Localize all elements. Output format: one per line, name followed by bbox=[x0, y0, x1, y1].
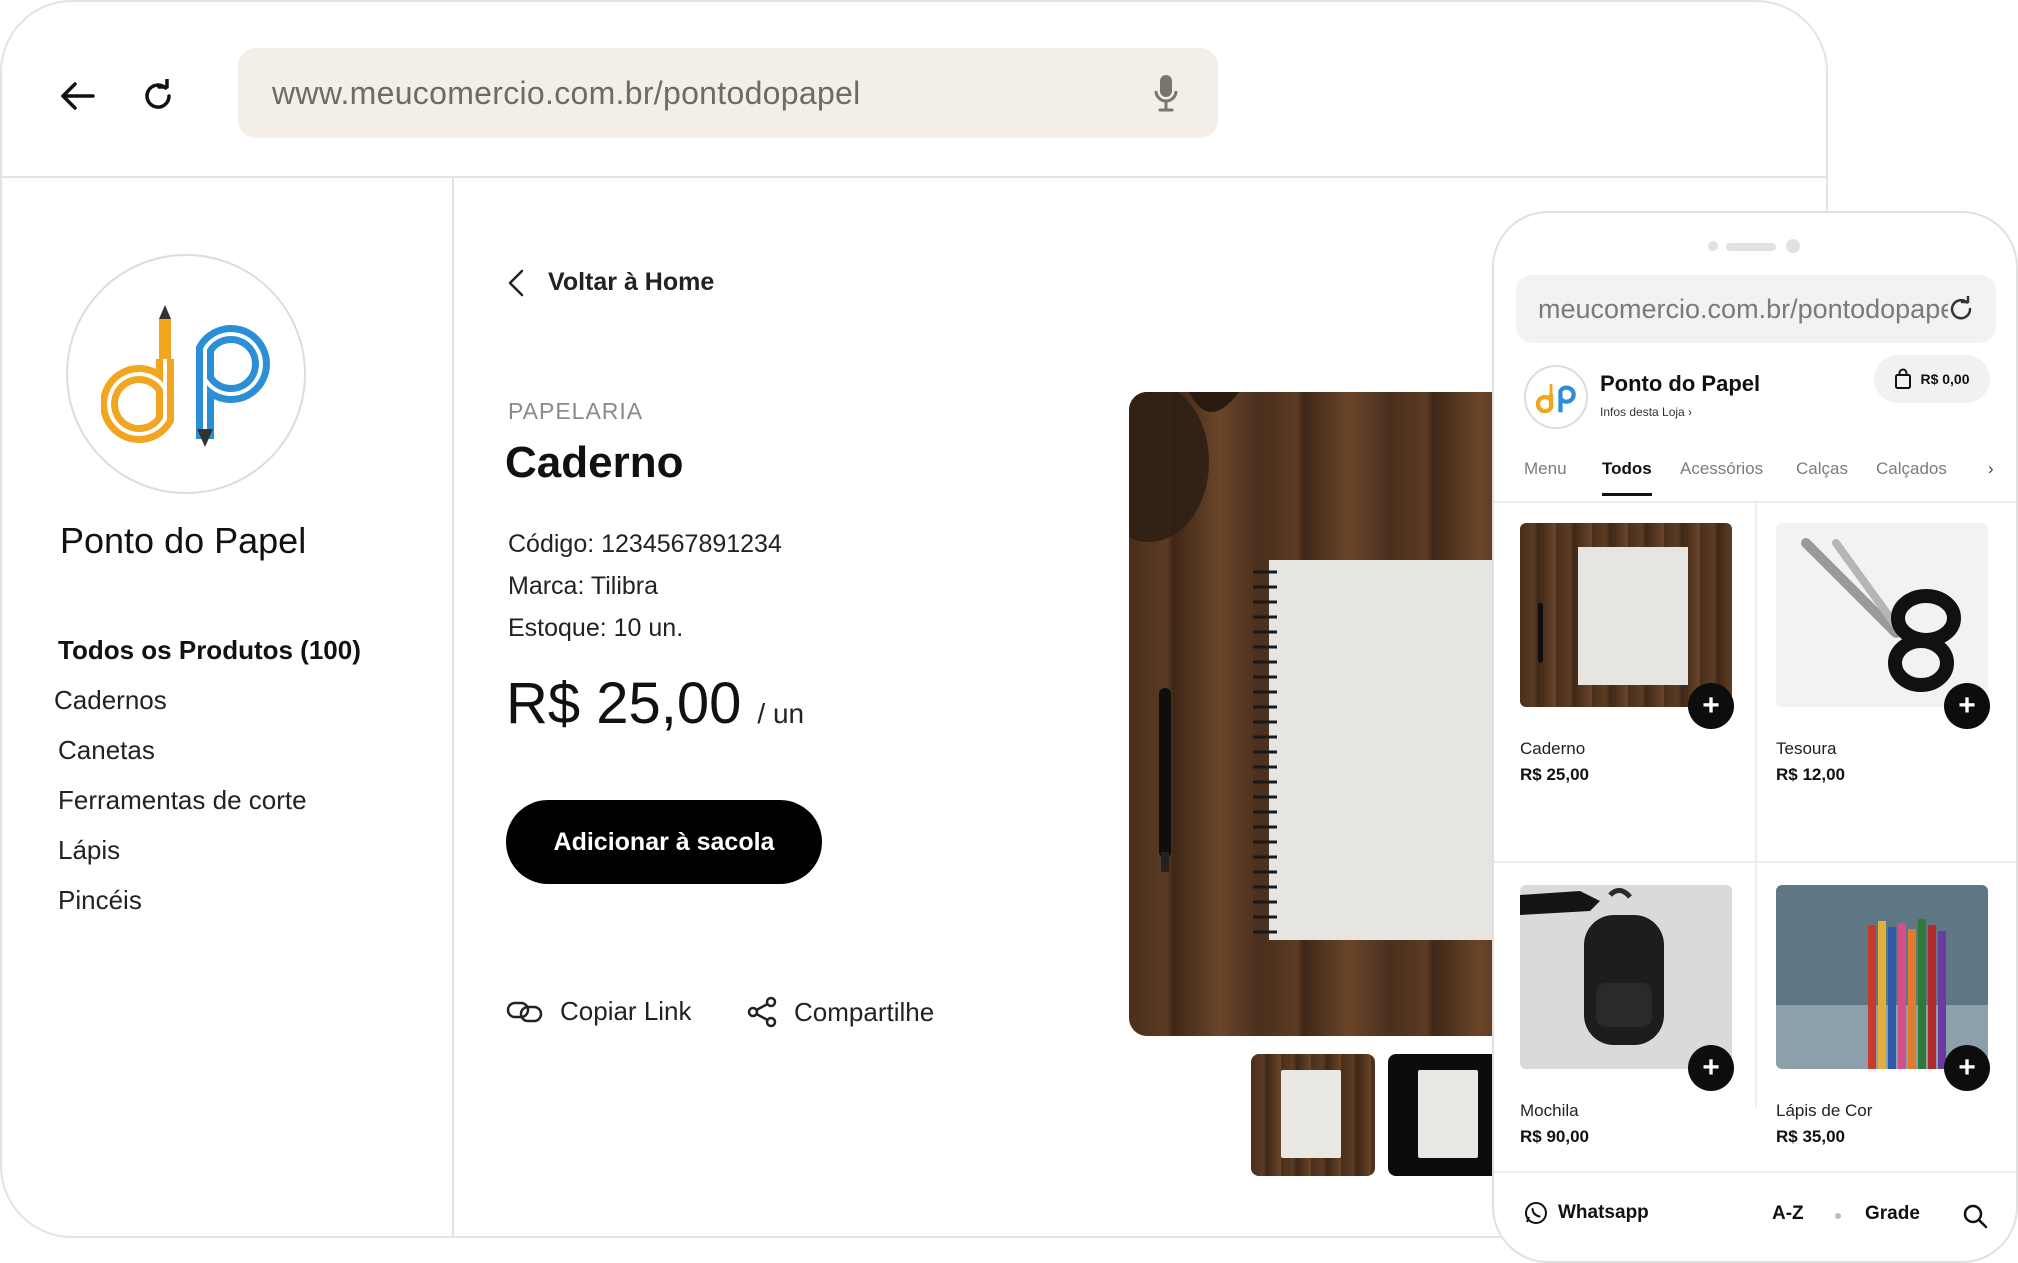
tab-calcados[interactable]: Calçados bbox=[1876, 459, 1947, 479]
category-canetas[interactable]: Canetas bbox=[58, 732, 361, 782]
product-price: R$ 90,00 bbox=[1520, 1127, 1589, 1146]
share-label: Compartilhe bbox=[794, 996, 935, 1027]
url-text: www.meucomercio.com.br/pontodopapel bbox=[272, 74, 861, 111]
grid-divider bbox=[1494, 861, 2016, 863]
mobile-url-text: meucomercio.com.br/pontodopapel bbox=[1538, 293, 1948, 324]
add-product-button[interactable]: + bbox=[1944, 683, 1990, 729]
thumbnail-notebook bbox=[1281, 1070, 1341, 1158]
share-icon bbox=[747, 996, 777, 1028]
backpack-photo bbox=[1520, 888, 1664, 1045]
category-list: Todos os Produtos (100) Cadernos Canetas… bbox=[54, 632, 361, 932]
separator-dot bbox=[1835, 1213, 1841, 1219]
product-card-image bbox=[1776, 523, 1988, 707]
whatsapp-label: Whatsapp bbox=[1558, 1202, 1649, 1223]
product-price: R$ 12,00 bbox=[1776, 765, 1845, 784]
link-icon bbox=[506, 1001, 543, 1022]
cart-total: R$ 0,00 bbox=[1920, 371, 1970, 387]
grid-view-button[interactable]: Grade bbox=[1865, 1203, 1920, 1225]
search-icon[interactable] bbox=[1962, 1203, 1988, 1229]
mobile-store-name: Ponto do Papel bbox=[1600, 371, 1761, 396]
store-sidebar: Ponto do Papel Todos os Produtos (100) C… bbox=[2, 178, 454, 1236]
product-card[interactable]: + Mochila R$ 90,00 bbox=[1520, 885, 1734, 1146]
product-category: PAPELARIA bbox=[508, 398, 644, 424]
product-name: Tesoura bbox=[1776, 739, 1837, 758]
grid-divider bbox=[1755, 503, 1757, 1107]
back-to-home-label: Voltar à Home bbox=[548, 268, 715, 296]
sort-az-button[interactable]: A-Z bbox=[1772, 1203, 1804, 1225]
price-row: R$ 25,00 / un bbox=[506, 670, 804, 737]
microphone-icon[interactable] bbox=[1148, 71, 1184, 115]
product-price: R$ 25,00 bbox=[506, 671, 742, 736]
mobile-store-logo bbox=[1524, 365, 1588, 429]
store-logo-icon bbox=[1536, 384, 1576, 414]
colored-pencils-photo bbox=[1776, 919, 1988, 1069]
tab-calcas[interactable]: Calças bbox=[1796, 459, 1848, 479]
chevron-left-icon bbox=[508, 269, 524, 296]
store-name: Ponto do Papel bbox=[60, 520, 307, 561]
product-code: Código: 1234567891234 bbox=[508, 530, 782, 558]
back-to-home-link[interactable]: Voltar à Home bbox=[508, 268, 714, 297]
product-card[interactable]: + Caderno R$ 25,00 bbox=[1520, 523, 1734, 784]
reload-icon[interactable] bbox=[1948, 296, 1974, 322]
store-info-link[interactable]: Infos desta Loja › bbox=[1600, 405, 1692, 419]
pen-shape bbox=[1538, 603, 1543, 663]
copy-link-button[interactable]: Copiar Link bbox=[506, 996, 692, 1027]
camera-lens bbox=[1786, 239, 1800, 253]
speaker-grille bbox=[1726, 243, 1776, 251]
product-main-image bbox=[1129, 392, 1549, 1036]
camera-dot bbox=[1708, 241, 1718, 251]
tab-menu[interactable]: Menu bbox=[1524, 459, 1567, 479]
mobile-store-header: Ponto do Papel Infos desta Loja › R$ 0,0… bbox=[1494, 353, 2016, 443]
category-tabs: Menu Todos Acessórios Calças Calçados › bbox=[1494, 451, 2016, 503]
scissors-photo bbox=[1801, 538, 1961, 692]
cart-button[interactable]: R$ 0,00 bbox=[1874, 355, 1990, 403]
product-name: Lápis de Cor bbox=[1776, 1101, 1873, 1120]
add-product-button[interactable]: + bbox=[1688, 683, 1734, 729]
product-title: Caderno bbox=[505, 438, 684, 487]
product-stock: Estoque: 10 un. bbox=[508, 614, 684, 642]
product-price: R$ 35,00 bbox=[1776, 1127, 1845, 1146]
whatsapp-button[interactable]: Whatsapp bbox=[1524, 1201, 1649, 1225]
notebook-photo bbox=[1129, 392, 1549, 940]
category-ferramentas-de-corte[interactable]: Ferramentas de corte bbox=[58, 782, 361, 832]
address-bar[interactable]: www.meucomercio.com.br/pontodopapel bbox=[238, 48, 1218, 138]
store-logo bbox=[66, 254, 306, 494]
mobile-address-bar[interactable]: meucomercio.com.br/pontodopapel bbox=[1516, 275, 1996, 343]
product-card[interactable]: + Lápis de Cor R$ 35,00 bbox=[1776, 885, 1990, 1146]
add-product-button[interactable]: + bbox=[1944, 1045, 1990, 1091]
product-name: Mochila bbox=[1520, 1101, 1579, 1120]
product-card[interactable]: + Tesoura R$ 12,00 bbox=[1776, 523, 1990, 784]
browser-toolbar: www.meucomercio.com.br/pontodopapel bbox=[2, 2, 1826, 178]
product-card-image bbox=[1520, 885, 1732, 1069]
thumbnail-notebook bbox=[1418, 1070, 1478, 1158]
category-cadernos[interactable]: Cadernos bbox=[54, 682, 361, 732]
category-pinceis[interactable]: Pincéis bbox=[58, 882, 361, 932]
back-arrow-icon[interactable] bbox=[54, 72, 102, 120]
whatsapp-icon bbox=[1525, 1202, 1547, 1224]
share-button[interactable]: Compartilhe bbox=[746, 996, 934, 1028]
copy-link-label: Copiar Link bbox=[560, 996, 692, 1026]
add-product-button[interactable]: + bbox=[1688, 1045, 1734, 1091]
product-price: R$ 25,00 bbox=[1520, 765, 1589, 784]
product-name: Caderno bbox=[1520, 739, 1586, 758]
mobile-phone-frame: meucomercio.com.br/pontodopapel Ponto do… bbox=[1492, 211, 2018, 1263]
store-logo-icon bbox=[101, 305, 270, 447]
category-lapis[interactable]: Lápis bbox=[58, 832, 361, 882]
notebook-shape bbox=[1578, 547, 1688, 685]
product-card-image bbox=[1520, 523, 1732, 707]
category-all-products[interactable]: Todos os Produtos (100) bbox=[58, 632, 361, 682]
shopping-bag-icon bbox=[1895, 368, 1912, 389]
tabs-more-chevron-icon[interactable]: › bbox=[1988, 459, 1994, 479]
price-unit: / un bbox=[757, 698, 805, 729]
product-thumbnail-1[interactable] bbox=[1251, 1054, 1375, 1176]
reload-icon[interactable] bbox=[134, 72, 182, 120]
tab-acessorios[interactable]: Acessórios bbox=[1680, 459, 1763, 479]
add-to-bag-button[interactable]: Adicionar à sacola bbox=[506, 800, 822, 884]
product-card-image bbox=[1776, 885, 1988, 1069]
product-brand: Marca: Tilibra bbox=[508, 572, 659, 600]
tab-todos[interactable]: Todos bbox=[1602, 459, 1652, 496]
mobile-footer-bar: Whatsapp A-Z Grade bbox=[1494, 1171, 2016, 1261]
